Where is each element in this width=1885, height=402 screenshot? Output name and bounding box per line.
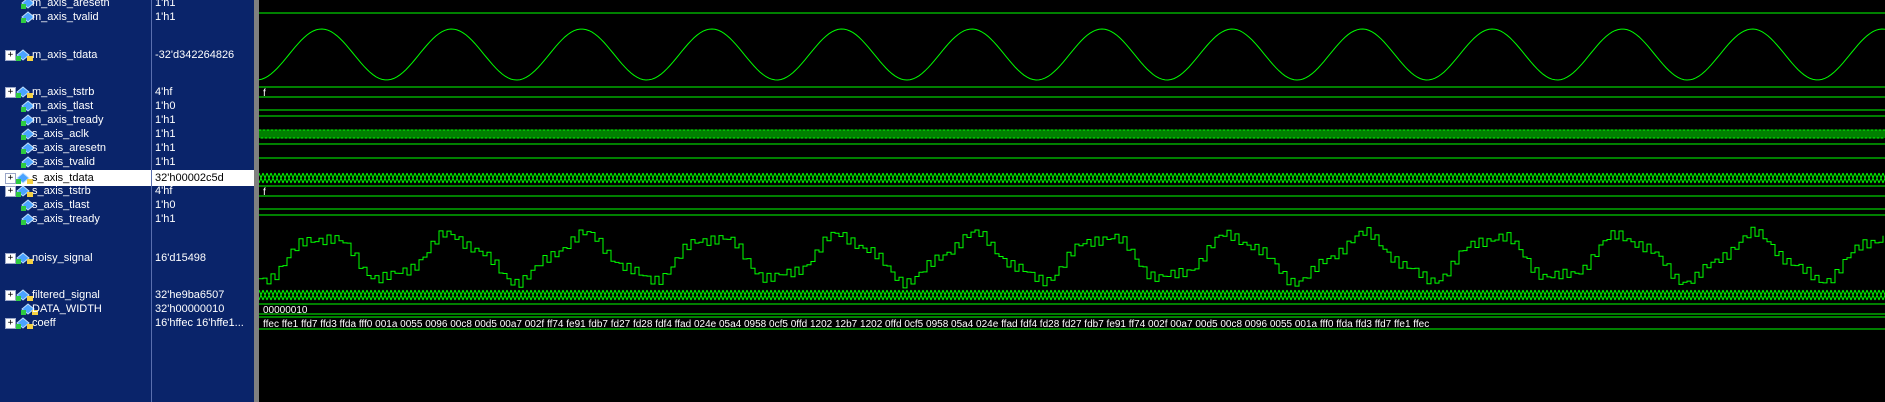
signal-row-s_axis_tready[interactable]: s_axis_tready bbox=[0, 211, 151, 227]
signal-row-coeff[interactable]: + coeff bbox=[0, 315, 151, 331]
waveform-viewer: m_axis_aresetn m_axis_tvalid + m_axis_tdata… bbox=[0, 0, 1885, 402]
waveform-value-label: ffec ffe1 ffd7 ffd3 ffda fff0 001a 0055 … bbox=[263, 319, 1429, 330]
waveform-m_axis_tstrb: f bbox=[259, 86, 1885, 99]
waveform-canvas[interactable]: f f 00000010 ffec ffe1 ffd7 ffd3 ffda fff0 … bbox=[259, 0, 1885, 402]
signal-row-m_axis_tdata[interactable]: + m_axis_tdata bbox=[0, 47, 151, 63]
signal-row-s_axis_tvalid[interactable]: s_axis_tvalid bbox=[0, 154, 151, 170]
waveform-noisy_signal bbox=[259, 226, 1884, 289]
signal-value-s_axis_tvalid: 1'h1 bbox=[155, 156, 176, 168]
signal-name-column: m_axis_aresetn m_axis_tvalid + m_axis_tdata… bbox=[0, 0, 151, 402]
signal-name-label: s_axis_tready bbox=[32, 213, 100, 225]
signal-name-label: noisy_signal bbox=[32, 251, 93, 264]
waveform-value-label: f bbox=[263, 187, 266, 198]
waveform-DATA_WIDTH: 00000010 bbox=[259, 303, 1885, 316]
signal-value-column: 1'h1 1'h1 -32'd342264826 4'hf 1'h0 1'h1 1'h1 1'… bbox=[151, 0, 258, 402]
signal-value-noisy_signal: 16'd15498 bbox=[155, 251, 207, 264]
waveform-value-label: f bbox=[263, 88, 266, 99]
waveform-value-label: 00000010 bbox=[263, 305, 308, 316]
waveform-filtered_signal bbox=[259, 289, 1885, 301]
signal-row-m_axis_tvalid[interactable]: m_axis_tvalid bbox=[0, 9, 151, 25]
signal-value-m_axis_tvalid: 1'h1 bbox=[155, 11, 176, 23]
waveform-m_axis_tdata bbox=[259, 28, 1885, 81]
signal-row-noisy_signal[interactable]: + noisy_signal bbox=[0, 250, 151, 266]
waveform-s_axis_tdata bbox=[259, 172, 1885, 184]
signal-value-s_axis_tready: 1'h1 bbox=[155, 213, 176, 225]
signal-name-label: m_axis_tdata bbox=[32, 48, 98, 61]
signal-value-coeff: 16'hffec 16'hffe1... bbox=[155, 317, 244, 329]
signal-name-label: m_axis_tvalid bbox=[32, 11, 99, 23]
signal-name-label: s_axis_tvalid bbox=[32, 156, 95, 168]
signal-value-m_axis_tdata: -32'd342264826 bbox=[155, 48, 235, 61]
waveform-coeff: ffec ffe1 ffd7 ffd3 ffda fff0 001a 0055 … bbox=[259, 316, 1885, 330]
waveform-s_axis_tstrb: f bbox=[259, 185, 1885, 198]
signal-name-label: coeff bbox=[32, 317, 56, 329]
waveform-s_axis_aclk bbox=[259, 129, 1885, 139]
